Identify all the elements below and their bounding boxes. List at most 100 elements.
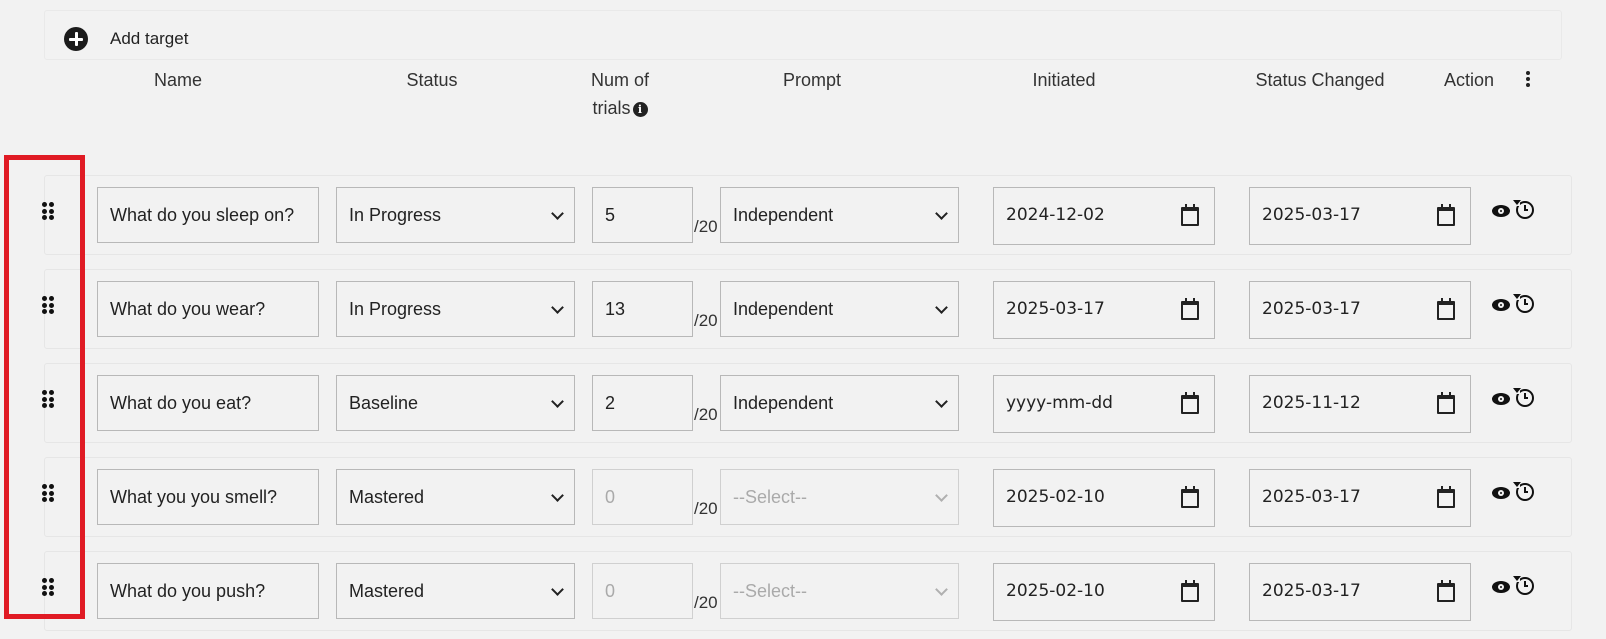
initiated-date-input[interactable]: 2025-02-10	[993, 469, 1215, 527]
prompt-select[interactable]: --Select--	[720, 563, 959, 619]
status-changed-date-input[interactable]: 2025-03-17	[1249, 187, 1471, 245]
status-select-value: Mastered	[349, 581, 425, 601]
prompt-select[interactable]: Independent	[720, 187, 959, 243]
column-options-kebab-icon[interactable]	[1526, 71, 1531, 89]
chevron-down-icon	[551, 395, 564, 408]
prompt-select[interactable]: --Select--	[720, 469, 959, 525]
header-num-trials: Num of trials i	[570, 66, 670, 122]
initiated-date-value: 2025-03-17	[1006, 299, 1105, 319]
plus-circle-icon[interactable]	[64, 27, 88, 51]
prompt-select-value: Independent	[733, 205, 834, 225]
prompt-select-value: Independent	[733, 393, 834, 413]
status-changed-date-value: 2025-11-12	[1262, 393, 1361, 413]
status-changed-date-input[interactable]: 2025-11-12	[1249, 375, 1471, 433]
add-target-link[interactable]: Add target	[110, 29, 188, 49]
view-eye-icon[interactable]	[1492, 487, 1510, 499]
initiated-date-input[interactable]: 2025-03-17	[993, 281, 1215, 339]
calendar-icon[interactable]	[1181, 392, 1199, 414]
view-eye-icon[interactable]	[1492, 205, 1510, 217]
header-prompt: Prompt	[782, 70, 842, 90]
chevron-down-icon	[935, 207, 948, 220]
initiated-date-input[interactable]: 2025-02-10	[993, 563, 1215, 621]
status-select[interactable]: In Progress	[336, 281, 575, 337]
header-num-trials-line1: Num of	[590, 70, 650, 90]
target-name-input[interactable]: What do you sleep on?	[97, 187, 319, 243]
history-icon[interactable]	[1513, 294, 1534, 313]
trials-max-label: /20	[694, 217, 718, 236]
status-changed-date-input[interactable]: 2025-03-17	[1249, 281, 1471, 339]
history-icon[interactable]	[1513, 482, 1534, 501]
target-name-input[interactable]: What do you push?	[97, 563, 319, 619]
chevron-down-icon	[551, 207, 564, 220]
header-status-changed: Status Changed	[1255, 70, 1385, 90]
status-changed-date-input[interactable]: 2025-03-17	[1249, 563, 1471, 621]
initiated-date-value: 2024-12-02	[1006, 205, 1105, 225]
chevron-down-icon	[551, 489, 564, 502]
prompt-select-value: Independent	[733, 299, 834, 319]
status-changed-date-input[interactable]: 2025-03-17	[1249, 469, 1471, 527]
chevron-down-icon	[935, 489, 948, 502]
prompt-select[interactable]: Independent	[720, 281, 959, 337]
status-changed-date-value: 2025-03-17	[1262, 487, 1361, 507]
history-icon[interactable]	[1513, 200, 1534, 219]
status-select[interactable]: Baseline	[336, 375, 575, 431]
view-eye-icon[interactable]	[1492, 393, 1510, 405]
initiated-date-input[interactable]: 2024-12-02	[993, 187, 1215, 245]
trials-max-label: /20	[694, 499, 718, 518]
status-changed-date-value: 2025-03-17	[1262, 299, 1361, 319]
status-changed-date-value: 2025-03-17	[1262, 581, 1361, 601]
calendar-icon[interactable]	[1437, 392, 1455, 414]
target-name-input[interactable]: What you you smell?	[97, 469, 319, 525]
target-name-input[interactable]: What do you eat?	[97, 375, 319, 431]
status-select[interactable]: Mastered	[336, 563, 575, 619]
num-trials-input[interactable]: 13	[592, 281, 693, 337]
status-select-value: Baseline	[349, 393, 419, 413]
target-name-input[interactable]: What do you wear?	[97, 281, 319, 337]
chevron-down-icon	[551, 583, 564, 596]
num-trials-input[interactable]: 2	[592, 375, 693, 431]
header-initiated: Initiated	[1032, 70, 1096, 90]
calendar-icon[interactable]	[1181, 204, 1199, 226]
trials-max-label: /20	[694, 593, 718, 612]
chevron-down-icon	[551, 301, 564, 314]
prompt-select-value: --Select--	[733, 581, 808, 601]
initiated-date-input[interactable]: yyyy-mm-dd	[993, 375, 1215, 433]
status-select[interactable]: Mastered	[336, 469, 575, 525]
calendar-icon[interactable]	[1437, 486, 1455, 508]
initiated-date-value: 2025-02-10	[1006, 581, 1105, 601]
prompt-select-value: --Select--	[733, 487, 808, 507]
calendar-icon[interactable]	[1437, 204, 1455, 226]
calendar-icon[interactable]	[1181, 486, 1199, 508]
header-num-trials-line2: trials	[592, 98, 631, 118]
header-action: Action	[1443, 70, 1495, 90]
chevron-down-icon	[935, 301, 948, 314]
status-changed-date-value: 2025-03-17	[1262, 205, 1361, 225]
status-select-value: In Progress	[349, 205, 442, 225]
info-icon[interactable]: i	[632, 102, 648, 117]
highlight-box	[4, 155, 85, 619]
add-target-bar	[44, 10, 1562, 60]
chevron-down-icon	[935, 583, 948, 596]
status-select-value: In Progress	[349, 299, 442, 319]
calendar-icon[interactable]	[1181, 298, 1199, 320]
num-trials-input[interactable]: 0	[592, 563, 693, 619]
history-icon[interactable]	[1513, 388, 1534, 407]
header-name: Name	[153, 70, 202, 90]
chevron-down-icon	[935, 395, 948, 408]
initiated-date-value: yyyy-mm-dd	[1006, 393, 1113, 413]
view-eye-icon[interactable]	[1492, 581, 1510, 593]
history-icon[interactable]	[1513, 576, 1534, 595]
initiated-date-value: 2025-02-10	[1006, 487, 1105, 507]
header-status: Status	[406, 70, 458, 90]
status-select[interactable]: In Progress	[336, 187, 575, 243]
num-trials-input[interactable]: 0	[592, 469, 693, 525]
status-select-value: Mastered	[349, 487, 425, 507]
calendar-icon[interactable]	[1181, 580, 1199, 602]
prompt-select[interactable]: Independent	[720, 375, 959, 431]
trials-max-label: /20	[694, 311, 718, 330]
view-eye-icon[interactable]	[1492, 299, 1510, 311]
num-trials-input[interactable]: 5	[592, 187, 693, 243]
calendar-icon[interactable]	[1437, 298, 1455, 320]
trials-max-label: /20	[694, 405, 718, 424]
calendar-icon[interactable]	[1437, 580, 1455, 602]
